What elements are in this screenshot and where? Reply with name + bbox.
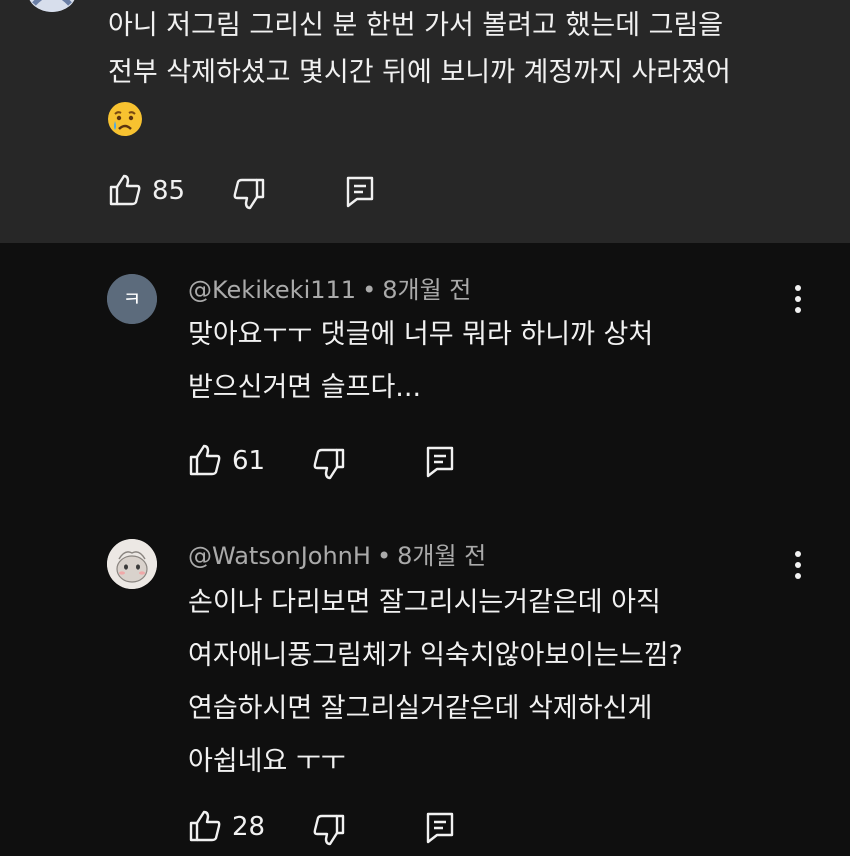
highlighted-parent-comment: 아니 저그림 그리신 분 한번 가서 볼려고 했는데 그림을 전부 삭제하셨고 …	[0, 0, 850, 243]
like-count: 28	[232, 812, 266, 842]
parent-comment-text: 아니 저그림 그리신 분 한번 가서 볼려고 했는데 그림을 전부 삭제하셨고 …	[108, 2, 828, 96]
thumbs-down-icon[interactable]	[232, 177, 268, 213]
crying-face-emoji	[106, 100, 144, 138]
thumbs-up-icon[interactable]	[188, 809, 224, 845]
reply-action-bar: 28	[188, 809, 468, 849]
thumbs-down-icon[interactable]	[312, 447, 348, 483]
avatar-initial: ㅋ	[123, 287, 141, 311]
like-count: 85	[152, 176, 186, 206]
reply-line: 맞아요ㅜㅜ 댓글에 너무 뭐라 하니까 상처	[188, 319, 654, 350]
reply-comment: ㅋ @Kekikeki111 • 8개월 전 맞아요ㅜㅜ 댓글에 너무 뭐라 하니까…	[0, 271, 850, 491]
reply-line: 아쉽네요 ㅜㅜ	[188, 746, 346, 777]
reply-line: 손이나 다리보면 잘그리시는거같은데 아직	[188, 587, 661, 618]
more-vertical-icon[interactable]	[784, 549, 812, 583]
reply-action-bar: 61	[188, 443, 468, 483]
reply-text: 맞아요ㅜㅜ 댓글에 너무 뭐라 하니까 상처 받으신거면 슬프다...	[188, 308, 788, 414]
author-handle[interactable]: @WatsonJohnH	[188, 542, 371, 570]
parent-action-bar: 85	[108, 173, 388, 213]
separator-dot: •	[362, 276, 377, 304]
reply-text: 손이나 다리보면 잘그리시는거같은데 아직 여자애니풍그림체가 익숙치않아보이는…	[188, 576, 788, 788]
timestamp[interactable]: 8개월 전	[397, 542, 486, 570]
reply-line: 연습하시면 잘그리실거같은데 삭제하신게	[188, 693, 653, 724]
reply-header: @Kekikeki111 • 8개월 전	[188, 275, 471, 305]
thumbs-up-icon[interactable]	[108, 173, 144, 209]
parent-comment-line: 아니 저그림 그리신 분 한번 가서 볼려고 했는데 그림을	[108, 10, 724, 41]
reply-line: 여자애니풍그림체가 익숙치않아보이는느낌?	[188, 640, 683, 671]
thumbs-down-icon[interactable]	[312, 813, 348, 849]
timestamp[interactable]: 8개월 전	[382, 276, 471, 304]
reply-comment-icon[interactable]	[344, 175, 380, 211]
reply-header: @WatsonJohnH • 8개월 전	[188, 541, 486, 571]
separator-dot: •	[376, 542, 392, 570]
reply-line: 받으신거면 슬프다...	[188, 372, 422, 403]
reply-comment: @WatsonJohnH • 8개월 전 손이나 다리보면 잘그리시는거같은데 아직…	[0, 539, 850, 856]
more-vertical-icon[interactable]	[784, 283, 812, 317]
reply-comment-icon[interactable]	[424, 445, 460, 481]
parent-comment-line: 전부 삭제하셨고 몇시간 뒤에 보니까 계정까지 사라졌어	[108, 57, 731, 88]
author-handle[interactable]: @Kekikeki111	[188, 276, 356, 304]
like-count: 61	[232, 446, 266, 476]
parent-avatar[interactable]	[28, 0, 76, 12]
avatar[interactable]: ㅋ	[107, 274, 157, 324]
thumbs-up-icon[interactable]	[188, 443, 224, 479]
reply-comment-icon[interactable]	[424, 811, 460, 847]
comment-thread: 아니 저그림 그리신 분 한번 가서 볼려고 했는데 그림을 전부 삭제하셨고 …	[0, 0, 850, 856]
avatar[interactable]	[107, 539, 157, 589]
